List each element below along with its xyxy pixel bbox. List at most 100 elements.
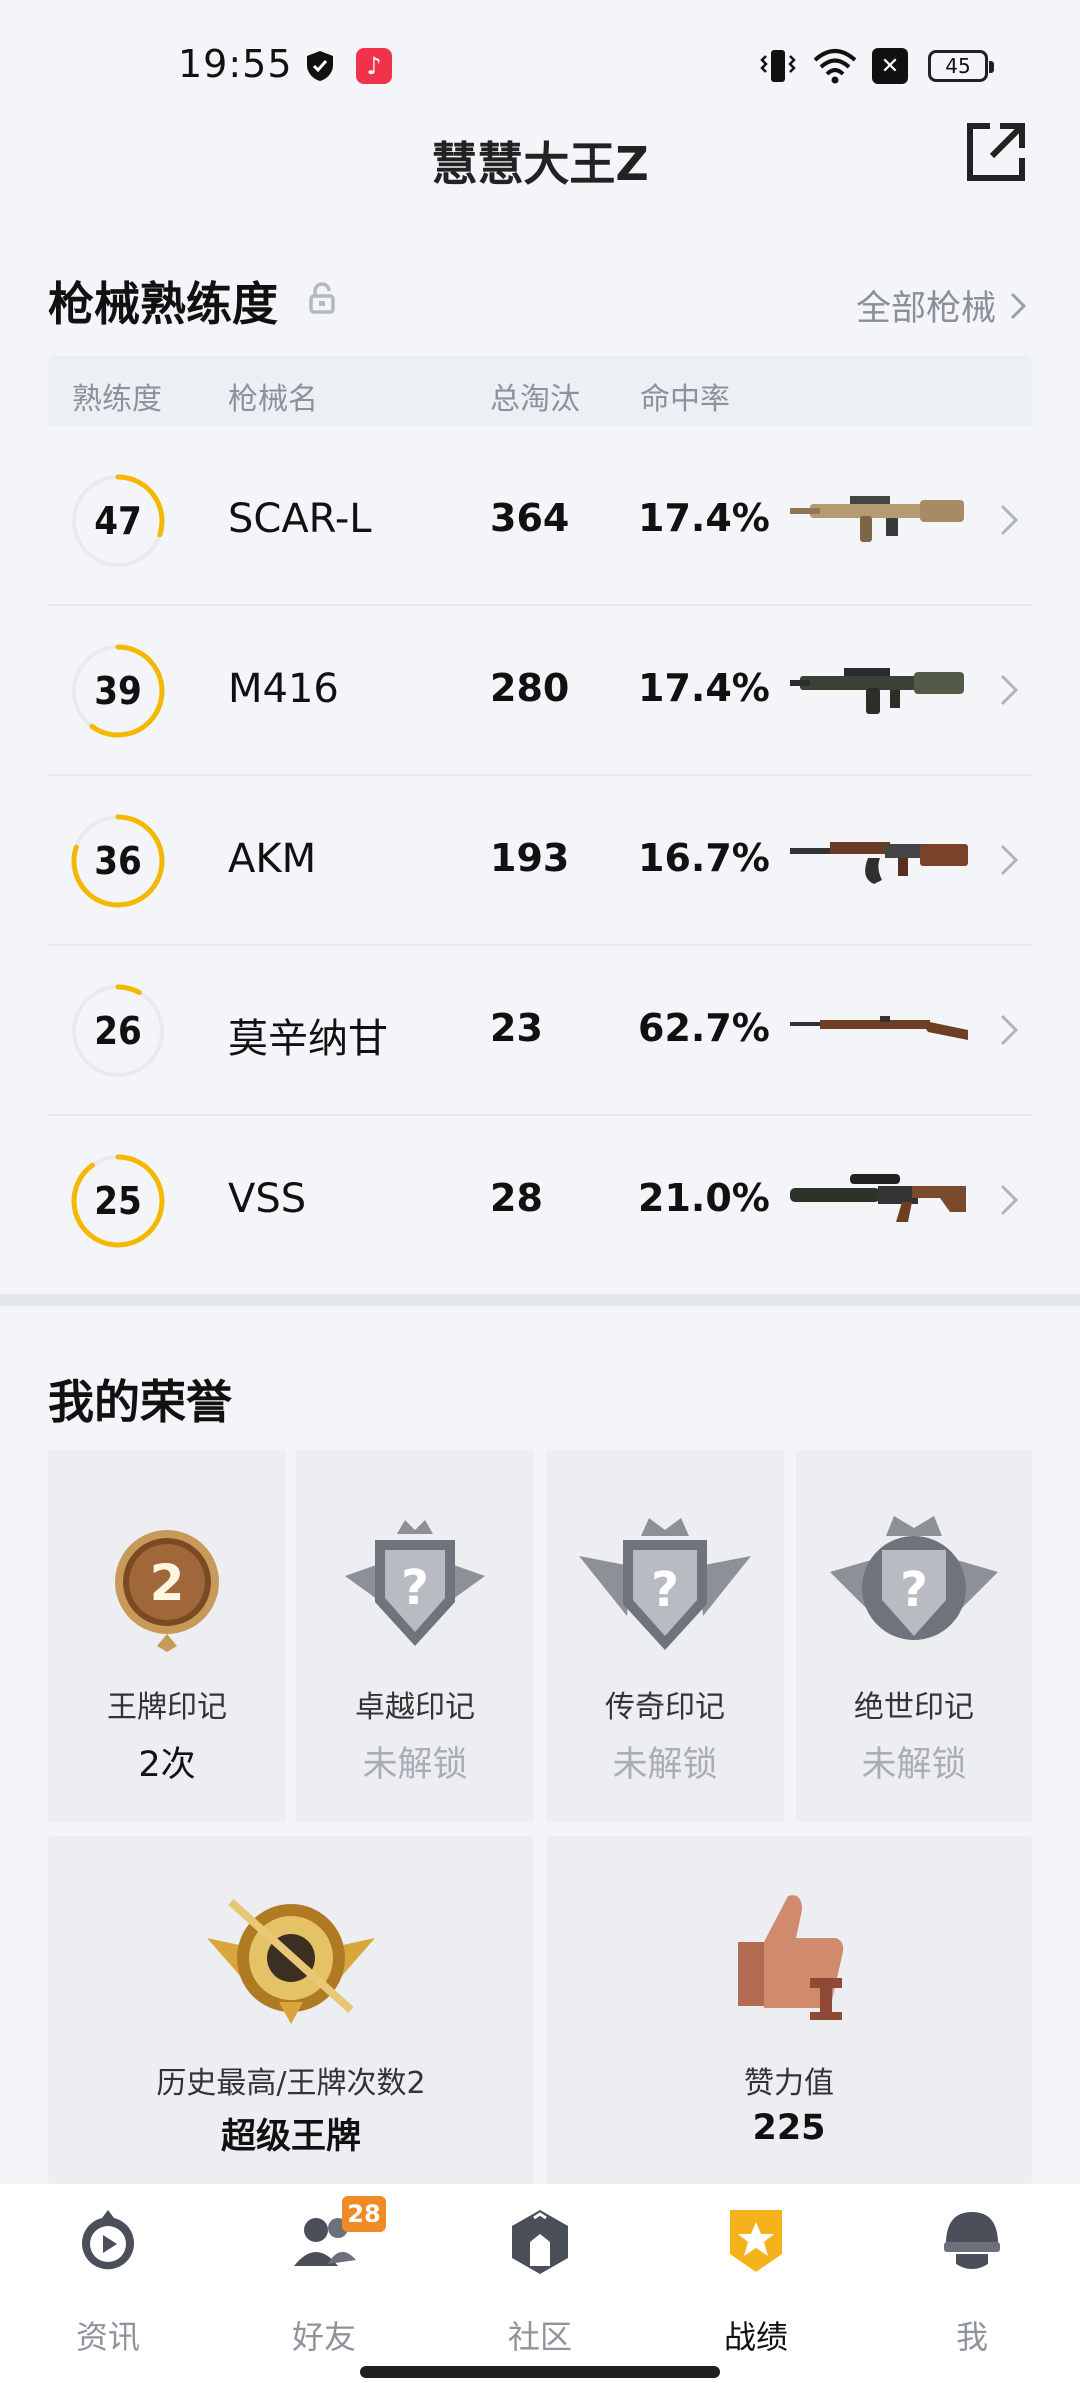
scar-l-rifle-icon (790, 482, 970, 552)
nav-label: 我 (955, 2318, 988, 2356)
weapon-row[interactable]: 39 M416 280 17.4% (48, 606, 1032, 776)
honor-value: 未解锁 (612, 1745, 718, 1785)
shield-icon (303, 48, 337, 84)
honor-value: 225 (752, 2108, 826, 2148)
nav-label: 社区 (507, 2318, 572, 2356)
chevron-right-icon (1000, 504, 1019, 536)
chevron-right-icon (1000, 674, 1019, 706)
total-kills: 193 (490, 836, 570, 880)
chevron-right-icon (1000, 1184, 1019, 1216)
chevron-right-icon (1000, 1014, 1019, 1046)
weapon-name: SCAR-L (228, 496, 372, 542)
proficiency-level: 26 (94, 1009, 142, 1053)
weapon-row[interactable]: 47 SCAR-L 364 17.4% (48, 436, 1032, 606)
honor-label: 历史最高/王牌次数2 (156, 2066, 426, 2101)
news-play-icon (76, 2206, 140, 2276)
all-weapons-link[interactable]: 全部枪械 (856, 280, 1026, 331)
honor-card-ace[interactable]: 2 王牌印记 2次 (48, 1450, 286, 1822)
honor-value: 未解锁 (861, 1745, 967, 1785)
chevron-right-icon (1010, 292, 1026, 319)
svg-text:?: ? (651, 1562, 679, 1618)
honor-label: 绝世印记 (854, 1690, 974, 1725)
proficiency-level: 47 (94, 499, 142, 543)
nav-item-friends[interactable]: 好友 (234, 2206, 414, 2356)
weapon-row[interactable]: 26 莫辛纳甘 23 62.7% (48, 946, 1032, 1116)
honor-card-legend[interactable]: ? 传奇印记 未解锁 (546, 1450, 784, 1822)
weapon-table-header: 熟练度 枪械名 总淘汰 命中率 (48, 356, 1032, 426)
no-sim-icon: ✕ (872, 48, 908, 84)
excellence-mark-badge-icon: ? (335, 1506, 495, 1670)
mosin-nagant-icon (790, 992, 970, 1062)
honor-card-excellence[interactable]: ? 卓越印记 未解锁 (296, 1450, 534, 1822)
weapon-name: M416 (228, 666, 339, 712)
ace-mark-badge-icon: 2 (107, 1522, 227, 1656)
hit-rate: 17.4% (638, 666, 770, 710)
status-bar: 19:55 ♪ ✕ 45 (0, 0, 1080, 130)
nav-label: 好友 (291, 2318, 356, 2356)
weapon-name: AKM (228, 836, 317, 882)
honor-value: 2次 (138, 1745, 196, 1785)
share-icon[interactable] (964, 120, 1028, 184)
weapon-name: 莫辛纳甘 (228, 1016, 388, 1062)
proficiency-level: 25 (94, 1179, 142, 1223)
total-kills: 23 (490, 1006, 543, 1050)
nav-label: 资讯 (75, 2318, 140, 2356)
hit-rate: 62.7% (638, 1006, 770, 1050)
weapon-name: VSS (228, 1176, 307, 1222)
page-title: 慧慧大王Z (431, 137, 649, 191)
thumbs-up-trophy-icon (724, 1882, 854, 2026)
chevron-right-icon (1000, 844, 1019, 876)
akm-rifle-icon (790, 822, 970, 892)
home-indicator[interactable] (360, 2366, 720, 2378)
honor-value: 超级王牌 (220, 2117, 361, 2157)
svg-text:?: ? (900, 1562, 928, 1618)
all-weapons-label: 全部枪械 (855, 289, 996, 329)
vss-rifle-icon (790, 1162, 970, 1232)
honor-label: 赞力值 (744, 2066, 834, 2101)
section-divider (0, 1294, 1080, 1306)
column-weapon-name: 枪械名 (228, 382, 318, 417)
battery-icon: 45 (928, 50, 994, 82)
weapon-proficiency-title: 枪械熟练度 (48, 277, 278, 331)
hit-rate: 17.4% (638, 496, 770, 540)
weapon-row[interactable]: 25 VSS 28 21.0% (48, 1116, 1032, 1286)
svg-text:?: ? (401, 1560, 429, 1616)
nav-item-community[interactable]: 社区 (450, 2206, 630, 2356)
vibrate-icon (758, 48, 798, 84)
nav-item-records[interactable]: 战绩 (666, 2206, 846, 2356)
proficiency-level: 39 (94, 669, 142, 713)
honor-label: 卓越印记 (355, 1690, 475, 1725)
m416-rifle-icon (790, 652, 970, 722)
super-ace-emblem-icon (201, 1882, 381, 2036)
honor-card-peerless[interactable]: ? 绝世印记 未解锁 (796, 1450, 1032, 1822)
nav-item-me[interactable]: 我 (882, 2206, 1062, 2356)
wifi-icon (812, 48, 858, 84)
column-hit-rate: 命中率 (640, 382, 730, 417)
honor-card-likes[interactable]: 赞力值 225 (546, 1836, 1032, 2184)
honor-label: 王牌印记 (107, 1690, 227, 1725)
total-kills: 364 (490, 496, 570, 540)
weapon-row[interactable]: 36 AKM 193 16.7% (48, 776, 1032, 946)
status-time: 19:55 (178, 42, 293, 86)
hit-rate: 21.0% (638, 1176, 770, 1220)
ace-badge-number: 2 (150, 1554, 185, 1612)
total-kills: 28 (490, 1176, 543, 1220)
community-icon (508, 2206, 572, 2276)
lock-icon[interactable] (308, 282, 336, 314)
honor-value: 未解锁 (362, 1745, 468, 1785)
column-proficiency: 熟练度 (72, 382, 162, 417)
hit-rate: 16.7% (638, 836, 770, 880)
honors-title: 我的荣誉 (48, 1375, 232, 1429)
proficiency-level: 36 (94, 839, 142, 883)
helmet-profile-icon (940, 2206, 1004, 2276)
column-total-kills: 总淘汰 (490, 382, 580, 417)
friends-count-badge: 28 (342, 2196, 386, 2232)
music-app-icon: ♪ (356, 48, 392, 84)
record-trophy-icon (724, 2206, 788, 2276)
total-kills: 280 (490, 666, 570, 710)
honor-card-season-high[interactable]: 历史最高/王牌次数2 超级王牌 (48, 1836, 534, 2184)
peerless-mark-badge-icon: ? (824, 1506, 1004, 1670)
nav-label: 战绩 (723, 2318, 788, 2356)
nav-item-news[interactable]: 资讯 (18, 2206, 198, 2356)
honor-label: 传奇印记 (605, 1690, 725, 1725)
